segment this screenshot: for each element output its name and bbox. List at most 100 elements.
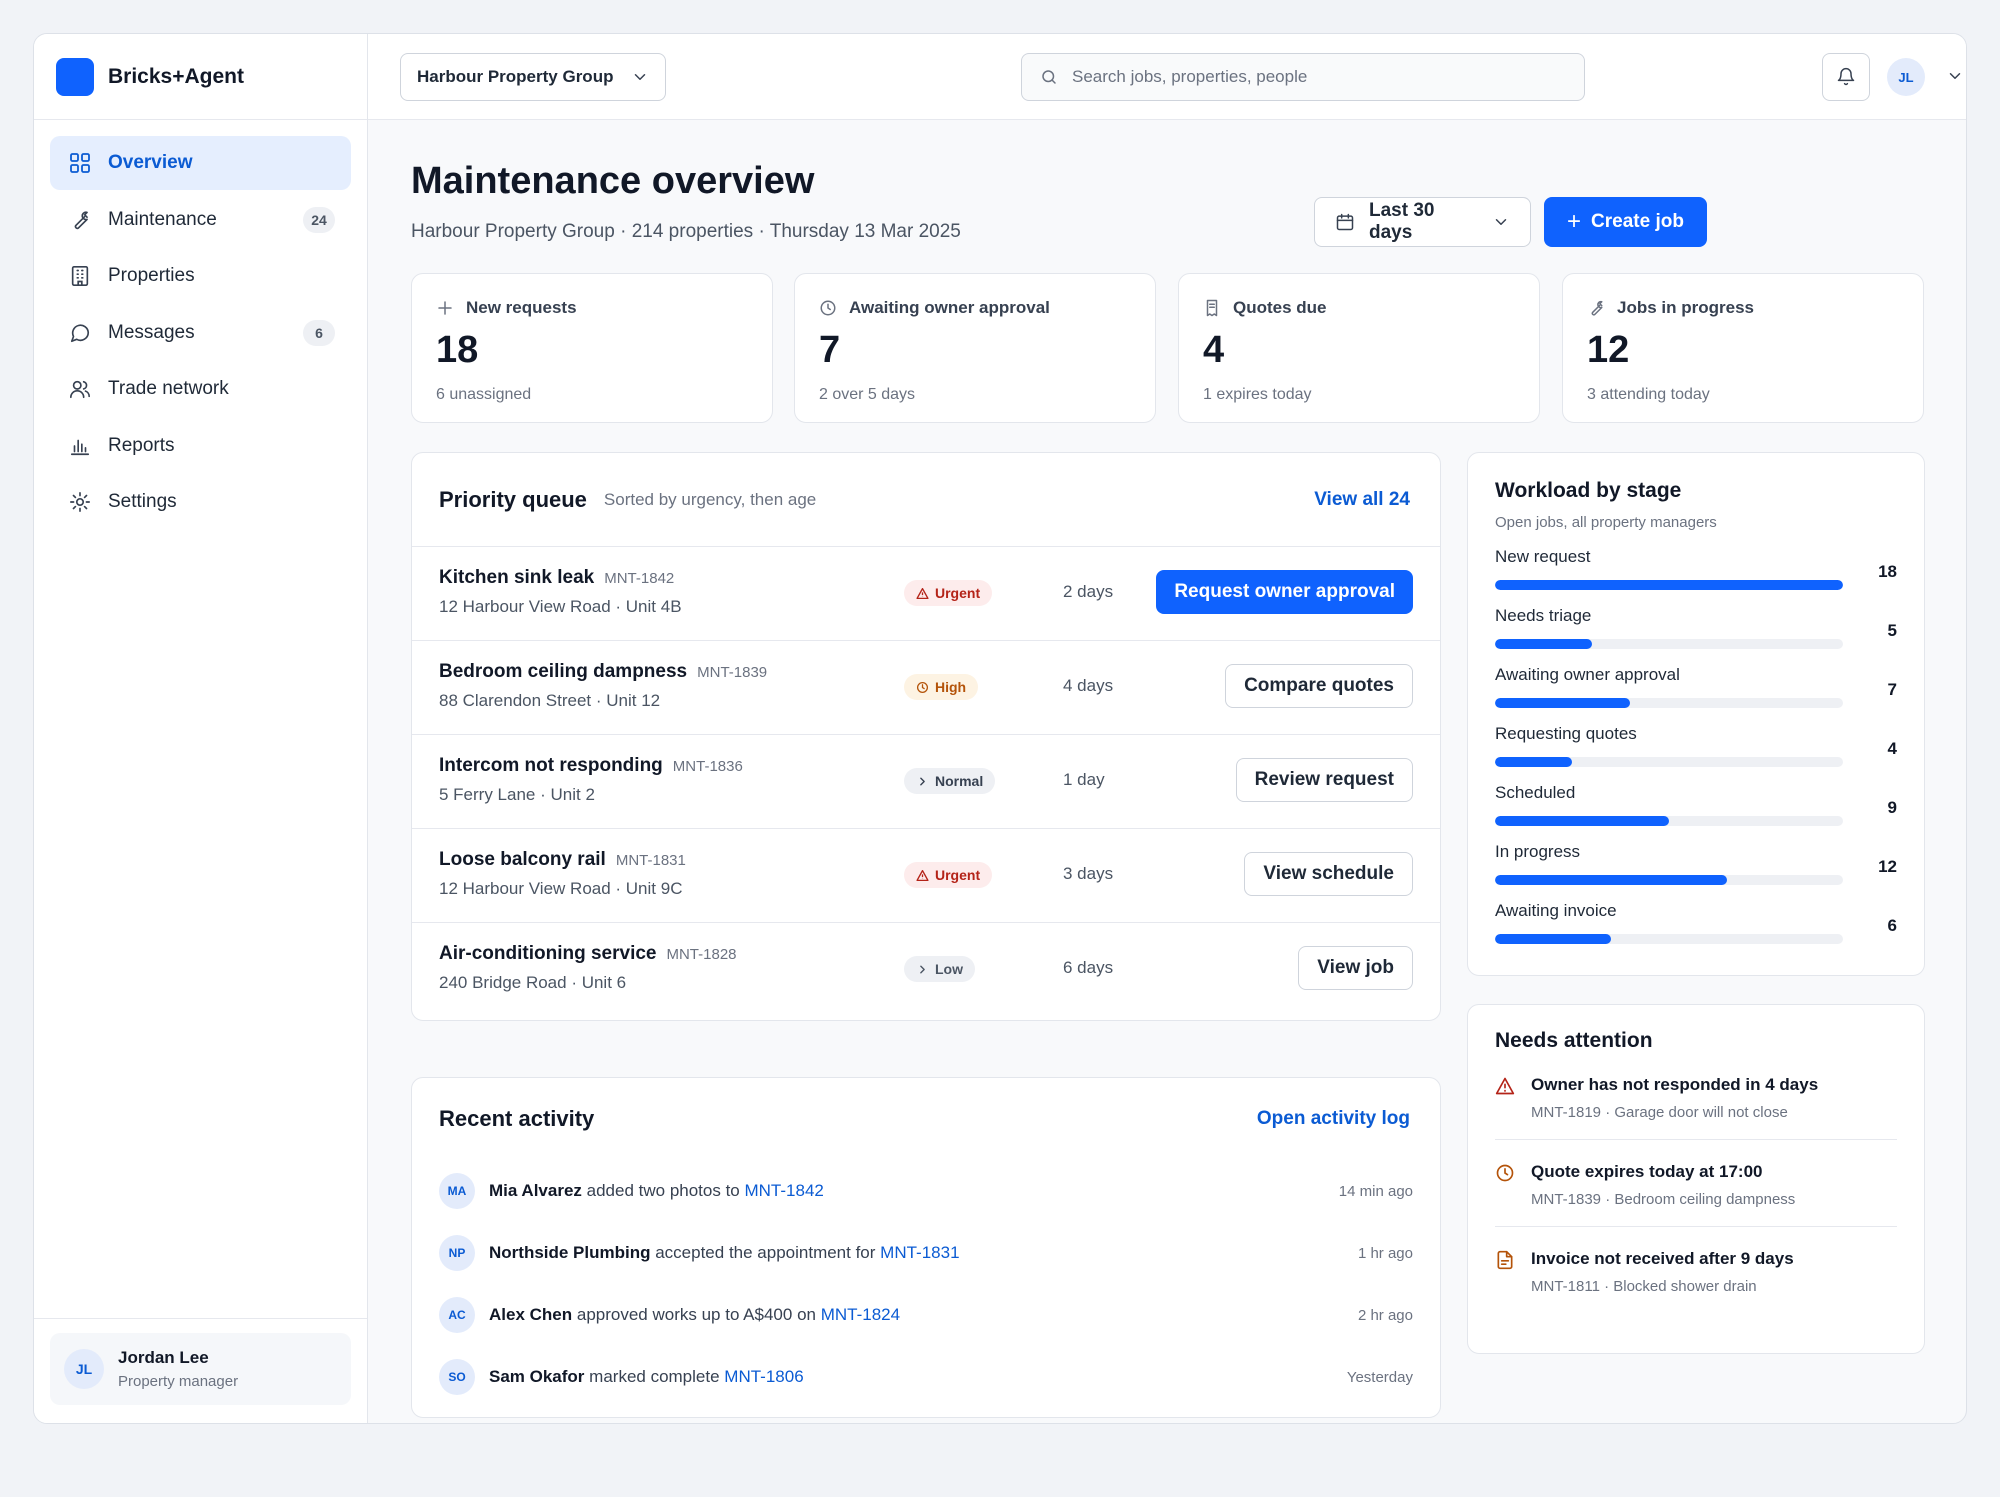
job-title: Bedroom ceiling dampness (439, 661, 688, 682)
kpi-value: 4 (1203, 329, 1225, 371)
kpi-card-jobs-in-progress[interactable]: Jobs in progress 12 3 attending today (1562, 273, 1924, 423)
compare-quotes-button[interactable]: Compare quotes (1225, 664, 1413, 708)
stage-label: Awaiting owner approval (1495, 665, 1680, 684)
avatar: AC (439, 1297, 475, 1333)
view-all-link[interactable]: View all 24 (1314, 489, 1410, 511)
attention-item[interactable]: Quote expires today at 17:00 MNT-1839 · … (1495, 1140, 1897, 1227)
sidebar-footer: JL Jordan Lee Property manager (34, 1318, 367, 1423)
sidebar-item-label: Messages (108, 321, 195, 343)
stage-label: Needs triage (1495, 606, 1592, 625)
stage-bar-track (1495, 875, 1843, 885)
kpi-card-quotes-due[interactable]: Quotes due 4 1 expires today (1178, 273, 1540, 423)
workload-title: Workload by stage (1495, 479, 1682, 502)
sidebar-nav: Overview Maintenance 24 Properties Messa… (34, 120, 367, 529)
attention-item[interactable]: Owner has not responded in 4 days MNT-18… (1495, 1053, 1897, 1140)
search-input[interactable] (1072, 67, 1552, 87)
activity-time: 14 min ago (1338, 1182, 1413, 1200)
user-role: Property manager (118, 1373, 239, 1390)
wrench-icon (68, 208, 92, 232)
stage-count: 7 (1887, 680, 1897, 699)
table-row[interactable]: Loose balcony rail MNT-1831 12 Harbour Vi… (412, 829, 1440, 923)
count-badge: 6 (303, 319, 335, 346)
kpi-label: Awaiting owner approval (849, 298, 1050, 317)
needs-attention-card: Needs attention Owner has not responded … (1467, 1004, 1925, 1354)
sidebar-item-settings[interactable]: Settings (50, 475, 351, 529)
list-item: AC Alex Chen approved works up to A$400 … (412, 1284, 1440, 1346)
stage-bar (1495, 934, 1611, 944)
job-link[interactable]: MNT-1824 (821, 1305, 900, 1324)
notifications-button[interactable] (1822, 53, 1870, 101)
sidebar-item-trade-network[interactable]: Trade network (50, 362, 351, 416)
list-item: MA Mia Alvarez added two photos to MNT-1… (412, 1160, 1440, 1222)
attention-title: Owner has not responded in 4 days (1531, 1075, 1819, 1094)
sidebar-item-messages[interactable]: Messages 6 (50, 306, 351, 360)
brand-logo (56, 57, 94, 96)
attention-subtitle: MNT-1839 · Bedroom ceiling dampness (1531, 1191, 1796, 1208)
sidebar-item-reports[interactable]: Reports (50, 419, 351, 473)
workload-stage-row: Scheduled 9 (1495, 773, 1897, 832)
org-selector-label: Harbour Property Group (417, 67, 614, 86)
wrench-icon (1587, 299, 1605, 317)
user-avatar-button[interactable]: JL (1887, 58, 1925, 96)
date-range-label: Last 30 days (1369, 200, 1435, 243)
job-id: MNT-1836 (672, 758, 743, 775)
priority-badge: Low (904, 956, 975, 982)
job-link[interactable]: MNT-1842 (744, 1181, 823, 1200)
sidebar-item-overview[interactable]: Overview (50, 136, 351, 190)
workload-stage-row: Awaiting owner approval 7 (1495, 655, 1897, 714)
kpi-note: 3 attending today (1587, 385, 1710, 403)
date-range-button[interactable]: Last 30 days (1314, 197, 1531, 247)
needs-attention-title: Needs attention (1495, 1029, 1653, 1052)
stage-bar (1495, 639, 1592, 649)
warning-icon (916, 587, 929, 600)
org-selector[interactable]: Harbour Property Group (400, 53, 666, 101)
plus-icon (436, 299, 454, 317)
chevron-down-icon[interactable] (1946, 67, 1964, 90)
brand[interactable]: Bricks+Agent (34, 34, 367, 120)
stage-bar-track (1495, 639, 1843, 649)
open-activity-log-link[interactable]: Open activity log (1257, 1108, 1410, 1130)
activity-text: marked complete (584, 1367, 725, 1386)
topbar: Harbour Property Group JL (368, 34, 1966, 120)
attention-item[interactable]: Invoice not received after 9 days MNT-18… (1495, 1227, 1897, 1313)
request-owner-approval-button[interactable]: Request owner approval (1156, 570, 1413, 614)
stage-label: Requesting quotes (1495, 724, 1637, 743)
workload-stage-row: Needs triage 5 (1495, 596, 1897, 655)
table-row[interactable]: Intercom not responding MNT-1836 5 Ferry … (412, 735, 1440, 829)
kpi-card-new-requests[interactable]: New requests 18 6 unassigned (411, 273, 773, 423)
review-request-button[interactable]: Review request (1235, 758, 1413, 802)
user-card[interactable]: JL Jordan Lee Property manager (50, 1333, 351, 1405)
sidebar-item-label: Trade network (108, 378, 229, 399)
kpi-value: 12 (1587, 329, 1630, 371)
stage-bar-track (1495, 580, 1843, 590)
sidebar-item-properties[interactable]: Properties (50, 249, 351, 303)
main-content: Harbour Property Group JL Main (368, 34, 1966, 1423)
avatar: JL (64, 1349, 104, 1389)
job-address: 88 Clarendon Street · Unit 12 (439, 691, 661, 710)
sidebar: Bricks+Agent Overview Maintenance 24 Pro… (34, 34, 368, 1423)
table-row[interactable]: Bedroom ceiling dampness MNT-1839 88 Clar… (412, 641, 1440, 735)
job-link[interactable]: MNT-1806 (724, 1367, 803, 1386)
view-schedule-button[interactable]: View schedule (1244, 852, 1413, 896)
gear-icon (68, 490, 92, 514)
receipt-icon (1203, 299, 1221, 317)
kpi-card-awaiting-approval[interactable]: Awaiting owner approval 7 2 over 5 days (794, 273, 1156, 423)
attention-subtitle: MNT-1811 · Blocked shower drain (1531, 1278, 1757, 1295)
job-link[interactable]: MNT-1831 (880, 1243, 959, 1262)
stage-bar (1495, 698, 1631, 708)
job-title: Air-conditioning service (439, 943, 657, 964)
priority-label: Low (935, 961, 963, 977)
priority-queue-title: Priority queue (439, 486, 587, 512)
stage-count: 4 (1887, 739, 1897, 758)
job-address: 240 Bridge Road · Unit 6 (439, 973, 627, 992)
sidebar-item-maintenance[interactable]: Maintenance 24 (50, 193, 351, 247)
attention-title: Quote expires today at 17:00 (1531, 1162, 1763, 1181)
priority-badge: Urgent (904, 862, 993, 888)
attention-title: Invoice not received after 9 days (1531, 1249, 1794, 1268)
table-row[interactable]: Kitchen sink leak MNT-1842 12 Harbour Vie… (412, 547, 1440, 641)
activity-actor: Alex Chen (489, 1305, 573, 1324)
table-row[interactable]: Air-conditioning service MNT-1828 240 Bri… (412, 923, 1440, 1017)
view-job-button[interactable]: View job (1298, 946, 1413, 990)
create-job-button[interactable]: + Create job (1544, 197, 1707, 247)
activity-time: Yesterday (1346, 1368, 1413, 1386)
